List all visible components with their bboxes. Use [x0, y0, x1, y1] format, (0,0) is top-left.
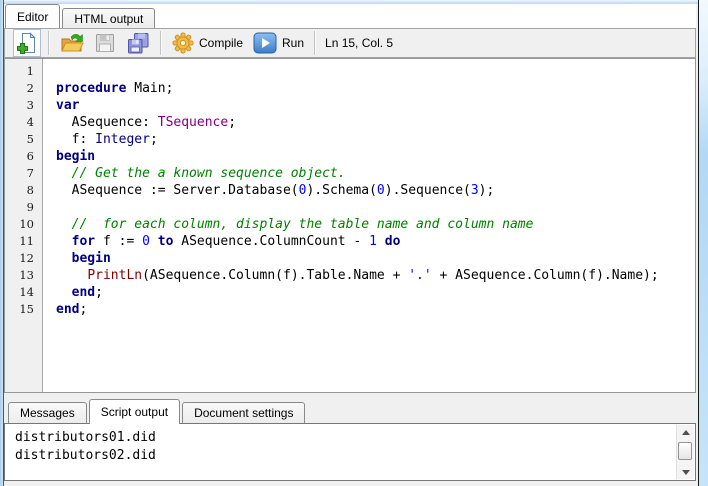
line-number: 1: [26, 64, 34, 78]
cursor-position-status: Ln 15, Col. 5: [325, 36, 394, 50]
line-number: 4: [26, 115, 34, 129]
line-number: 7: [26, 166, 34, 180]
arrow-down-icon: [681, 469, 690, 475]
scrollbar-thumb[interactable]: [678, 442, 692, 460]
new-file-icon: [16, 32, 38, 54]
tab-document-settings-label: Document settings: [194, 406, 294, 420]
compile-label: Compile: [199, 36, 244, 50]
code-line: PrintLn(ASequence.Column(f).Table.Name +…: [87, 268, 659, 283]
code-editor[interactable]: 1 2 3 4 5 6 7 8 9 10 11 12 13 14 15 procedure Main; var…: [4, 58, 696, 393]
line-number: 12: [19, 251, 34, 265]
line-number-gutter: 1 2 3 4 5 6 7 8 9 10 11 12 13 14 15: [5, 59, 43, 392]
code-line: procedure Main;: [56, 81, 174, 96]
toolbar-separator: [314, 31, 317, 55]
run-button[interactable]: Run: [250, 29, 307, 57]
scroll-up-button[interactable]: [677, 425, 694, 439]
line-number: 13: [19, 268, 34, 282]
line-number: 6: [26, 149, 34, 163]
script-output-panel[interactable]: distributors01.did distributors02.did: [4, 423, 696, 481]
toolbar: Compile Run Ln 15, Col. 5: [4, 28, 696, 58]
window-border-left: [0, 0, 4, 486]
line-number: 11: [19, 234, 34, 248]
output-line: distributors02.did: [15, 448, 156, 463]
line-number: 5: [26, 132, 34, 146]
code-line: f: Integer;: [56, 132, 158, 147]
save-icon: [94, 32, 116, 54]
tab-html-output[interactable]: HTML output: [62, 8, 156, 28]
code-line: end;: [71, 285, 103, 300]
code-line: var: [56, 98, 80, 113]
line-number: 3: [26, 98, 34, 112]
window-border-right: [698, 0, 708, 486]
run-icon: [253, 32, 277, 54]
line-number: 9: [26, 200, 34, 214]
tab-html-output-label: HTML output: [74, 11, 144, 26]
tab-script-output-label: Script output: [100, 405, 169, 419]
output-lines: distributors01.did distributors02.did: [5, 424, 673, 480]
toolbar-separator: [160, 31, 162, 55]
line-number: 15: [19, 302, 34, 316]
scroll-down-button[interactable]: [677, 465, 694, 479]
save-button[interactable]: [91, 29, 119, 57]
arrow-up-icon: [681, 429, 690, 435]
code-lines[interactable]: procedure Main; var ASequence: TSequence;…: [44, 63, 693, 390]
output-tabstrip: Messages Script output Document settings: [4, 399, 696, 424]
code-line: begin: [56, 149, 96, 164]
tab-messages-label: Messages: [20, 406, 75, 420]
tab-document-settings[interactable]: Document settings: [182, 402, 306, 423]
line-number: 10: [19, 217, 34, 231]
output-line: distributors01.did: [15, 430, 156, 445]
output-scrollbar[interactable]: [676, 425, 694, 479]
new-script-button[interactable]: [13, 29, 41, 57]
line-number: 2: [26, 81, 34, 95]
code-line: end;: [56, 302, 88, 317]
editor-tabstrip: Editor HTML output: [4, 4, 696, 28]
tab-editor[interactable]: Editor: [5, 4, 61, 28]
tab-messages[interactable]: Messages: [8, 402, 87, 423]
line-number: 14: [19, 285, 34, 299]
tab-editor-label: Editor: [17, 9, 49, 24]
open-button[interactable]: [57, 29, 87, 57]
code-line: // Get the a known sequence object.: [71, 166, 346, 181]
save-all-icon: [126, 32, 150, 54]
run-label: Run: [282, 36, 305, 50]
code-line: for f := 0 to ASequence.ColumnCount - 1 …: [71, 234, 401, 249]
code-line: ASequence := Server.Database(0).Schema(0…: [56, 183, 495, 198]
code-line: begin: [71, 251, 111, 266]
window-border-top: [0, 0, 708, 4]
open-folder-icon: [60, 32, 84, 54]
code-line: // for each column, display the table na…: [71, 217, 534, 232]
tab-script-output[interactable]: Script output: [88, 399, 181, 424]
compile-button[interactable]: Compile: [169, 29, 246, 57]
line-number: 8: [26, 183, 34, 197]
code-line: ASequence: TSequence;: [56, 115, 237, 130]
save-all-button[interactable]: [123, 29, 153, 57]
gear-icon: [172, 32, 194, 54]
toolbar-separator: [48, 31, 50, 55]
